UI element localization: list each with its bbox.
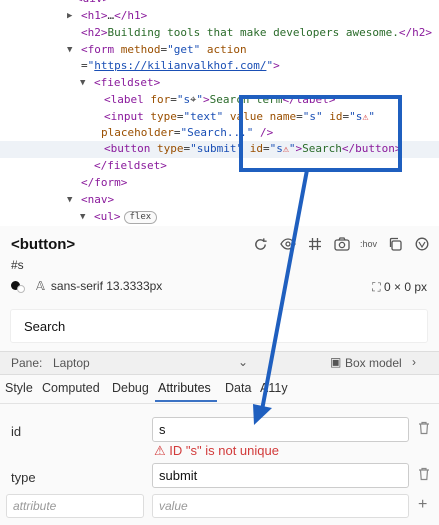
collapse-arrow-icon[interactable]: ▼ xyxy=(67,42,72,59)
attribute-value-type[interactable]: submit xyxy=(152,463,409,488)
color-swatch-icon[interactable] xyxy=(10,279,26,293)
copy-icon[interactable] xyxy=(386,235,404,253)
tab-debug[interactable]: Debug xyxy=(112,381,149,395)
attribute-name-type[interactable]: type xyxy=(11,470,36,485)
tab-data[interactable]: Data xyxy=(225,381,251,395)
action-url-link[interactable]: https://kilianvalkhof.com/ xyxy=(94,59,266,72)
dom-node-h1[interactable]: ▶ <h1>…</h1> xyxy=(0,8,439,25)
box-model-icon[interactable]: ▣ xyxy=(330,355,341,369)
grid-icon[interactable] xyxy=(306,235,324,253)
dom-tree-panel: <div> ▶ <h1>…</h1> <h2>Building tools th… xyxy=(0,0,439,226)
dom-node-div[interactable]: <div> xyxy=(0,0,439,8)
collapse-arrow-icon[interactable]: ▼ xyxy=(67,192,72,209)
tab-a11y[interactable]: A11y xyxy=(260,381,288,395)
inspector-tabs: Style Computed Debug Attributes Data A11… xyxy=(0,375,439,403)
dom-node-input[interactable]: <input type="text" value name="s" id="s⚠… xyxy=(0,109,439,126)
trash-icon[interactable] xyxy=(418,467,430,484)
element-title: <button> xyxy=(11,236,76,253)
chevron-down-icon[interactable]: ⌄ xyxy=(238,355,248,369)
collapse-arrow-icon[interactable]: ▼ xyxy=(80,75,85,92)
warning-icon: ⚠ xyxy=(154,443,166,458)
trash-icon[interactable] xyxy=(418,421,430,438)
dom-node-form-cont[interactable]: ="https://kilianvalkhof.com/"> xyxy=(0,58,439,75)
add-attribute-button[interactable]: + xyxy=(418,496,427,514)
expand-arrow-icon[interactable]: ▶ xyxy=(67,8,72,25)
collapse-arrow-icon[interactable]: ▼ xyxy=(80,209,85,226)
refresh-icon[interactable] xyxy=(252,235,270,253)
camera-icon[interactable] xyxy=(333,235,351,253)
element-size: ⛶ 0 × 0 px xyxy=(372,280,427,294)
hover-state-toggle[interactable]: :hov xyxy=(360,235,377,253)
active-tab-indicator xyxy=(155,400,217,402)
tab-attributes[interactable]: Attributes xyxy=(158,381,211,395)
font-icon: 𝔸 xyxy=(36,279,45,293)
dom-node-h2[interactable]: <h2>Building tools that make developers … xyxy=(0,25,439,42)
dom-node-label[interactable]: <label for="s⌖">Search term</label> xyxy=(0,92,439,109)
flex-badge[interactable]: flex xyxy=(123,211,158,224)
duplicate-id-error: ⚠ ID "s" is not unique xyxy=(154,443,279,458)
new-attribute-name-field[interactable]: attribute xyxy=(6,494,144,518)
dom-node-fieldset-close[interactable]: </fieldset> xyxy=(0,158,439,175)
dom-node-button-selected[interactable]: <button type="submit" id="s⚠">Search</bu… xyxy=(0,141,439,158)
font-info: sans-serif 13.3333px xyxy=(50,279,163,293)
dom-node-form[interactable]: ▼ <form method="get" action xyxy=(0,42,439,59)
pane-bar: Pane: Laptop ⌄ ▣ Box model › xyxy=(0,351,439,375)
element-preview: Search xyxy=(10,309,428,343)
dom-node-ul[interactable]: ▼ <ul> flex xyxy=(0,209,439,226)
pane-label: Pane: xyxy=(11,356,43,370)
tab-computed[interactable]: Computed xyxy=(42,381,100,395)
dimensions-icon: ⛶ xyxy=(372,280,381,294)
box-model-button[interactable]: Box model xyxy=(345,356,402,370)
dom-node-form-close[interactable]: </form> xyxy=(0,175,439,192)
eye-icon[interactable] xyxy=(279,235,297,253)
attribute-value-id[interactable]: s xyxy=(152,417,409,442)
attributes-panel: id s ⚠ ID "s" is not unique type submit … xyxy=(0,403,439,525)
element-selector: #s xyxy=(11,258,24,272)
dom-node-input-cont[interactable]: placeholder="Search..." /> xyxy=(0,125,439,142)
dom-node-nav[interactable]: ▼ <nav> xyxy=(0,192,439,209)
attribute-name-id[interactable]: id xyxy=(11,424,21,439)
palette-icon[interactable] xyxy=(413,235,431,253)
tab-style[interactable]: Style xyxy=(5,381,33,395)
dom-node-fieldset[interactable]: ▼ <fieldset> xyxy=(0,75,439,92)
element-inspector: <button> #s :hov 𝔸 sans-serif 13.3333px xyxy=(0,226,439,351)
chevron-right-icon[interactable]: › xyxy=(412,355,416,369)
new-attribute-value-field[interactable]: value xyxy=(152,494,409,518)
pane-select[interactable]: Laptop xyxy=(53,356,90,370)
